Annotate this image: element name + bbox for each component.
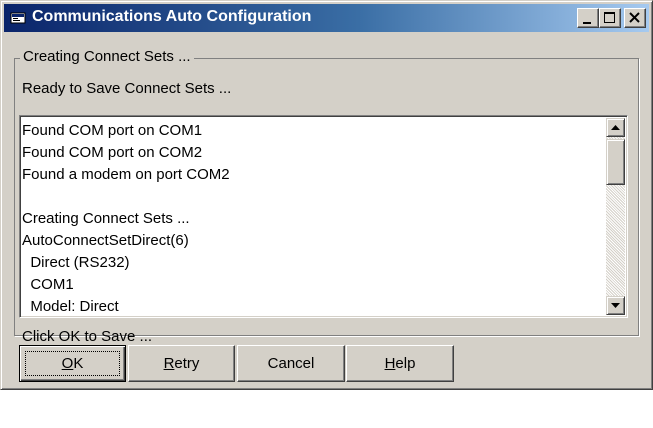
vertical-scrollbar[interactable] xyxy=(606,118,625,315)
close-button[interactable] xyxy=(624,8,646,28)
arrow-down-icon xyxy=(611,303,620,308)
status-click-text: Click OK to Save ... xyxy=(22,328,153,345)
help-button-label: Help xyxy=(384,355,416,372)
log-line: Direct (RS232) xyxy=(22,254,130,271)
log-listbox[interactable]: Found COM port on COM1 Found COM port on… xyxy=(19,115,628,318)
groupbox-legend: Creating Connect Sets ... xyxy=(20,48,194,65)
log-line: Creating Connect Sets ... xyxy=(22,210,190,227)
scroll-thumb[interactable] xyxy=(606,139,625,185)
arrow-up-icon xyxy=(611,125,620,130)
log-line: Found a modem on port COM2 xyxy=(22,166,230,183)
maximize-button[interactable] xyxy=(599,8,621,28)
app-icon xyxy=(10,10,26,26)
maximize-icon xyxy=(604,12,615,23)
log-lines: Found COM port on COM1 Found COM port on… xyxy=(22,120,230,317)
ok-button-label: OK xyxy=(61,355,84,372)
window-title: Communications Auto Configuration xyxy=(32,8,312,25)
title-bar[interactable]: Communications Auto Configuration xyxy=(4,4,649,32)
cancel-button[interactable]: Cancel xyxy=(237,345,345,382)
retry-button[interactable]: Retry xyxy=(128,345,235,382)
retry-button-label: Retry xyxy=(163,355,200,372)
cancel-button-label: Cancel xyxy=(267,355,315,372)
minimize-icon xyxy=(583,22,591,24)
log-line: Found COM port on COM2 xyxy=(22,144,203,161)
log-line: Model: Direct xyxy=(22,298,119,315)
ok-button[interactable]: OK xyxy=(19,345,126,382)
minimize-button[interactable] xyxy=(577,8,599,28)
scroll-down-button[interactable] xyxy=(606,296,625,315)
log-line: COM1 xyxy=(22,276,74,293)
log-line: AutoConnectSetDirect(6) xyxy=(22,232,189,249)
close-icon xyxy=(629,12,640,23)
log-line: Found COM port on COM1 xyxy=(22,122,203,139)
log-line xyxy=(22,186,230,208)
status-ready-text: Ready to Save Connect Sets ... xyxy=(22,80,232,97)
dialog-window: Communications Auto Configuration Creati… xyxy=(0,0,653,390)
scroll-up-button[interactable] xyxy=(606,118,625,137)
help-button[interactable]: Help xyxy=(346,345,454,382)
